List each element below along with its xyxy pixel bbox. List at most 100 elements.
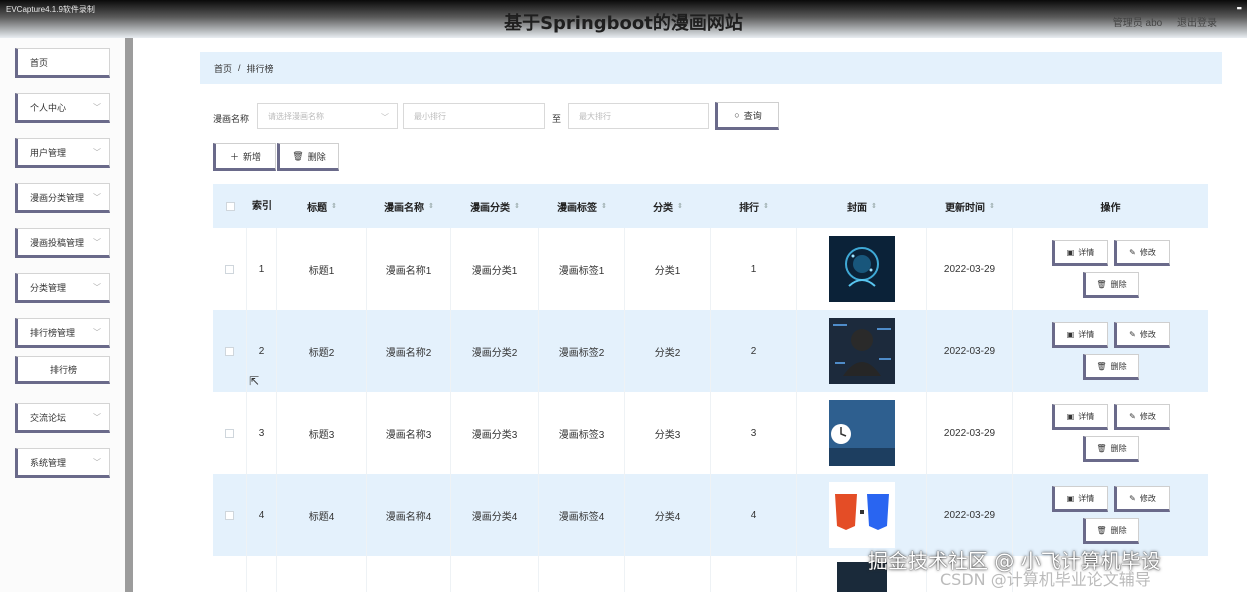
cell-category: 漫画分类3 [451, 392, 539, 474]
sidebar-item-category[interactable]: 分类管理 ﹀ [15, 273, 110, 303]
top-bar: EVCapture4.1.9软件录制 基于Springboot的漫画网站 管理员… [0, 0, 1247, 38]
edit-button[interactable]: ✎ 修改 [1113, 322, 1170, 348]
delete-button[interactable]: 🗑 删除 [1082, 272, 1139, 298]
python-cover[interactable] [828, 400, 895, 466]
detail-label: 详情 [1078, 329, 1095, 339]
trash-icon: 🗑 [1096, 525, 1107, 535]
sidebar-item-label: 用户管理 [30, 147, 67, 158]
add-button[interactable]: ＋ 新增 [213, 143, 276, 171]
edit-label: 修改 [1139, 329, 1156, 339]
breadcrumb-home[interactable]: 首页 [214, 62, 232, 75]
sidebar-item-label: 排行榜管理 [30, 327, 76, 338]
edit-icon: ✎ [1129, 247, 1136, 257]
header-index: 索引 [252, 200, 272, 212]
header-cover[interactable]: 封面 ⇕ [797, 184, 927, 228]
cell-tag: 漫画标签4 [539, 474, 625, 556]
table-row: 3 标题3 漫画名称3 漫画分类3 漫画标签3 分类3 3 2022-03-29… [213, 392, 1208, 474]
delete-label: 删除 [1110, 443, 1127, 453]
table-row: 4 标题4 漫画名称4 漫画分类4 漫画标签4 分类4 4 2022-03-29… [213, 474, 1208, 556]
min-rank-placeholder: 最小排行 [414, 111, 446, 121]
html-css-cover[interactable] [828, 482, 895, 548]
edit-button[interactable]: ✎ 修改 [1113, 486, 1170, 512]
header-category-label: 漫画分类 [470, 202, 511, 214]
sidebar-subitem-ranking[interactable]: 排行榜 [15, 356, 110, 384]
query-button[interactable]: ○ 查询 [715, 102, 779, 130]
breadcrumb-separator: / [238, 63, 241, 73]
select-all-checkbox[interactable] [225, 201, 235, 211]
cell-updated: 2022-03-29 [927, 228, 1013, 310]
edit-label: 修改 [1139, 493, 1156, 503]
chevron-down-icon: ﹀ [93, 283, 101, 292]
header-title[interactable]: 标题 ⇕ [277, 184, 367, 228]
sidebar: 首页 个人中心 ﹀ 用户管理 ﹀ 漫画分类管理 ﹀ 漫画投稿管理 ﹀ 分类管理 ﹀ 排行榜… [0, 38, 125, 592]
sidebar-item-label: 交流论坛 [30, 412, 67, 423]
cell-class: 分类3 [625, 392, 711, 474]
cell-rank: 2 [711, 310, 797, 392]
cell-index: 1 [247, 228, 277, 310]
detail-button[interactable]: ▣ 详情 [1051, 486, 1108, 512]
edit-button[interactable]: ✎ 修改 [1113, 240, 1170, 266]
cell-title: 标题3 [277, 392, 367, 474]
cell-cover [797, 474, 927, 556]
comic-name-select[interactable]: 请选择漫画名称 ﹀ [257, 103, 398, 129]
cell-updated: 2022-03-29 [927, 392, 1013, 474]
sidebar-item-comic-category[interactable]: 漫画分类管理 ﹀ [15, 183, 110, 213]
cell-cover [797, 392, 927, 474]
header-updated[interactable]: 更新时间 ⇕ [927, 184, 1013, 228]
detail-button[interactable]: ▣ 详情 [1051, 404, 1108, 430]
header-name[interactable]: 漫画名称 ⇕ [367, 184, 451, 228]
sidebar-item-comic-submission[interactable]: 漫画投稿管理 ﹀ [15, 228, 110, 258]
ai-brain-cover[interactable] [828, 236, 895, 302]
breadcrumb-current: 排行榜 [246, 63, 274, 74]
max-rank-input[interactable]: 最大排行 [568, 103, 709, 129]
delete-button[interactable]: 🗑 删除 [1082, 436, 1139, 462]
min-rank-input[interactable]: 最小排行 [403, 103, 545, 129]
edit-button[interactable]: ✎ 修改 [1113, 404, 1170, 430]
range-to-label: 至 [552, 114, 562, 124]
delete-button[interactable]: 🗑 删除 [1082, 518, 1139, 544]
row-checkbox-cell [213, 392, 247, 474]
sort-icon: ⇕ [989, 203, 995, 210]
header-checkbox-cell [213, 184, 247, 228]
plus-icon: ＋ [229, 151, 239, 162]
sidebar-item-ranking-management[interactable]: 排行榜管理 ﹀ [15, 318, 110, 348]
sidebar-item-label: 漫画分类管理 [30, 192, 85, 203]
detail-icon: ▣ [1066, 329, 1075, 339]
header-tag[interactable]: 漫画标签 ⇕ [539, 184, 625, 228]
header-rank[interactable]: 排行 ⇕ [711, 184, 797, 228]
row-checkbox[interactable] [225, 346, 234, 356]
sidebar-item-users[interactable]: 用户管理 ﹀ [15, 138, 110, 168]
header-category[interactable]: 漫画分类 ⇕ [451, 184, 539, 228]
sidebar-item-system[interactable]: 系统管理 ﹀ [15, 448, 110, 478]
cell-ops: ▣ 详情 ✎ 修改 🗑 删除 [1013, 392, 1208, 474]
detail-button[interactable]: ▣ 详情 [1051, 240, 1108, 266]
sort-icon: ⇕ [331, 203, 337, 210]
row-checkbox[interactable] [225, 264, 234, 274]
user-name: 管理员 abo [1112, 18, 1163, 29]
cell-category: 漫画分类2 [451, 310, 539, 392]
row-checkbox[interactable] [225, 510, 234, 520]
delete-button[interactable]: 🗑 删除 [1082, 354, 1139, 380]
detail-label: 详情 [1078, 493, 1095, 503]
chevron-down-icon: ﹀ [93, 458, 101, 467]
sidebar-item-forum[interactable]: 交流论坛 ﹀ [15, 403, 110, 433]
detail-button[interactable]: ▣ 详情 [1051, 322, 1108, 348]
sidebar-item-personal-center[interactable]: 个人中心 ﹀ [15, 93, 110, 123]
sort-icon: ⇕ [428, 203, 434, 210]
hacker-cover[interactable] [828, 318, 895, 384]
edit-icon: ✎ [1129, 329, 1136, 339]
sort-icon: ⇕ [601, 203, 607, 210]
chevron-down-icon: ﹀ [93, 328, 101, 337]
trash-icon: 🗑 [1096, 361, 1107, 371]
cell-name: 漫画名称4 [367, 474, 451, 556]
edit-icon: ✎ [1129, 493, 1136, 503]
cell-category: 漫画分类1 [451, 228, 539, 310]
header-class[interactable]: 分类 ⇕ [625, 184, 711, 228]
row-checkbox[interactable] [225, 428, 234, 438]
batch-delete-button[interactable]: 🗑 删除 [277, 143, 339, 171]
sidebar-item-home[interactable]: 首页 [15, 48, 110, 78]
sort-icon: ⇕ [514, 203, 520, 210]
logout-link[interactable]: 退出登录 [1177, 18, 1217, 29]
header-updated-label: 更新时间 [945, 202, 986, 214]
sidebar-scrollbar[interactable] [125, 38, 133, 592]
